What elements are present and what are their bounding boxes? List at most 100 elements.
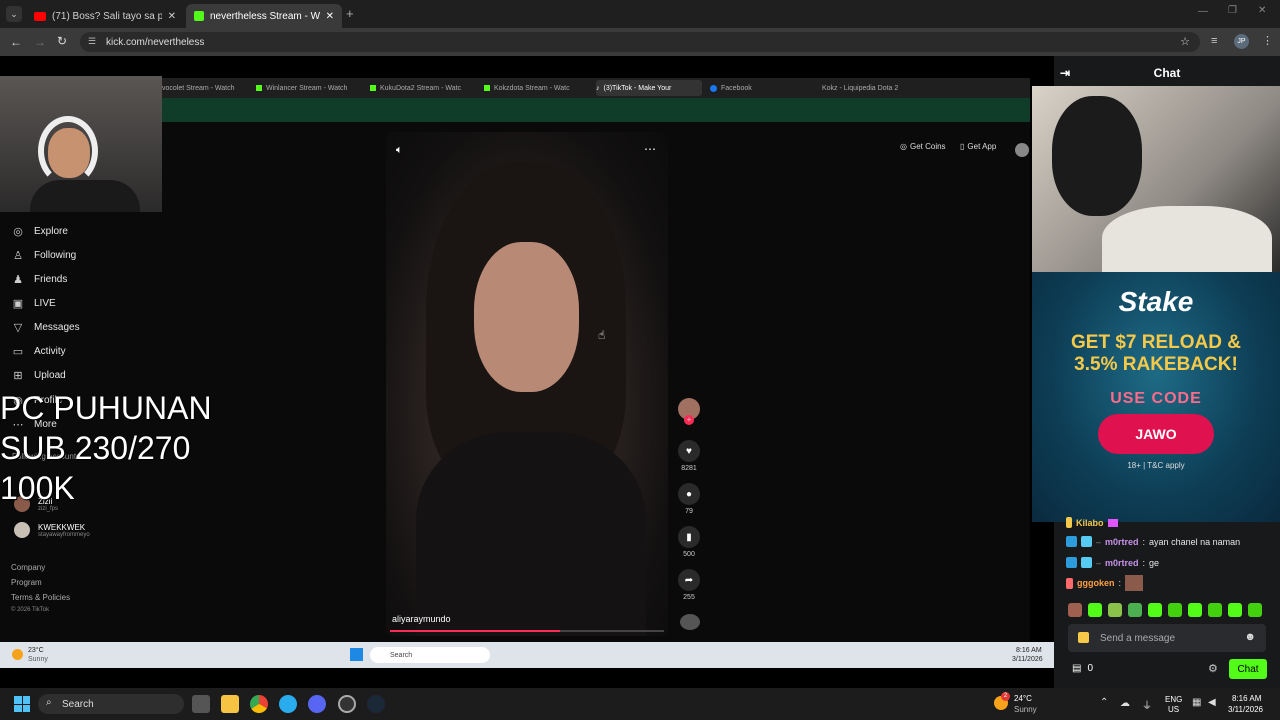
comment-button[interactable]: ● 79 [678, 483, 700, 515]
onedrive-icon[interactable]: ☁ [1120, 698, 1130, 709]
sidebar-item-live[interactable]: ▣ LIVE [12, 297, 56, 310]
emote-icon [1107, 518, 1118, 527]
chat-message-input[interactable]: Send a message ☻ [1068, 624, 1266, 652]
tiktok-video[interactable]: 🔈︎ ⋯ aliyaraymundo [386, 132, 668, 636]
creator-avatar[interactable]: + [678, 398, 700, 425]
account-item[interactable]: KWEKKWEK stayawayfrommeyo [14, 522, 90, 538]
emoji-icon[interactable]: ☻ [1244, 631, 1256, 643]
footer-link-terms[interactable]: Terms & Policies [11, 593, 70, 602]
get-coins-button[interactable]: ◎ Get Coins [900, 142, 946, 151]
emote-icon[interactable] [1188, 603, 1202, 617]
video-username[interactable]: aliyaraymundo [392, 614, 451, 624]
close-icon[interactable]: ✕ [168, 11, 176, 22]
share-button[interactable]: ➦ 255 [678, 569, 700, 601]
gift-icon[interactable] [1078, 632, 1089, 643]
windows-icon [350, 648, 363, 661]
tray-expand-icon[interactable]: ⌃ [1100, 697, 1108, 708]
close-window-icon[interactable]: ✕ [1258, 5, 1266, 16]
emote-icon[interactable] [1108, 603, 1122, 617]
avatar[interactable] [1015, 143, 1029, 157]
like-button[interactable]: ♥ 8281 [678, 440, 700, 472]
file-explorer-icon[interactable] [221, 695, 239, 713]
sidebar-item-friends[interactable]: ♟ Friends [12, 273, 67, 286]
sidebar-item-following[interactable]: ♙ Following [12, 249, 76, 262]
footer-link-company[interactable]: Company [11, 563, 45, 572]
volume-icon[interactable]: 🔈︎ [396, 144, 403, 157]
messages-icon: ▽ [13, 321, 23, 334]
profile-avatar[interactable]: JP [1234, 34, 1249, 49]
clock-date[interactable]: 3/11/2026 [1228, 705, 1263, 714]
compass-icon: ◎ [13, 225, 23, 238]
chat-settings-icon[interactable]: ⚙ [1208, 662, 1218, 675]
get-app-button[interactable]: ▯ Get App [960, 142, 996, 151]
obs-icon[interactable] [338, 695, 356, 713]
media-controls-icon[interactable]: ≡ [1211, 35, 1217, 47]
cam2-shoulder [1102, 206, 1272, 272]
emote-icon[interactable] [1068, 603, 1082, 617]
task-view-icon[interactable] [192, 695, 210, 713]
volume-icon[interactable]: ◀ [1208, 697, 1216, 708]
clock-time[interactable]: 8:16 AM [1232, 694, 1261, 703]
emote-icon[interactable] [1088, 603, 1102, 617]
emote-icon[interactable] [1128, 603, 1142, 617]
video-more-icon[interactable]: ⋯ [644, 142, 656, 156]
collapse-chat-icon[interactable]: ⇥ [1060, 66, 1070, 80]
comment-icon: ● [678, 483, 700, 505]
forward-icon[interactable]: → [34, 35, 46, 49]
reload-icon[interactable]: ↻ [57, 34, 67, 48]
emote-icon[interactable] [1148, 603, 1162, 617]
discord-icon[interactable] [308, 695, 326, 713]
maximize-icon[interactable]: ❐ [1228, 5, 1237, 16]
sidebar-item-upload[interactable]: ⊞ Upload [12, 369, 65, 382]
lang-us[interactable]: US [1168, 705, 1179, 714]
emote-icon[interactable] [1168, 603, 1182, 617]
microphone-icon[interactable]: ⏚ [1142, 697, 1152, 712]
chrome-icon[interactable] [250, 695, 268, 713]
sidebar-item-explore[interactable]: ◎ Explore [12, 225, 68, 238]
browser-menu-icon[interactable]: ⋮ [1262, 34, 1273, 47]
friends-icon: ♟ [13, 273, 23, 286]
emote-icon[interactable] [1208, 603, 1222, 617]
ad-code-button[interactable]: JAWO [1098, 414, 1214, 454]
follow-plus-icon[interactable]: + [684, 415, 694, 425]
video-torso [416, 432, 646, 636]
save-button[interactable]: ▮ 500 [678, 526, 700, 558]
network-icon[interactable]: ▦ [1192, 697, 1201, 708]
ad-headline-1: GET $7 RELOAD & [1071, 332, 1241, 353]
tab-list-button[interactable]: ⌄ [6, 6, 22, 22]
badge-icon [1081, 536, 1092, 547]
start-button[interactable] [14, 696, 30, 712]
facebook-icon [710, 84, 717, 92]
taskbar-search[interactable]: ⌕ Search [38, 694, 184, 714]
tab-kick[interactable]: nevertheless Stream - Watch Li ✕ [186, 4, 342, 28]
tab-youtube[interactable]: (71) Boss? Sali tayo sa pinoy he ✕ [26, 4, 184, 28]
stake-ad-banner[interactable]: Stake GET $7 RELOAD & 3.5% RAKEBACK! USE… [1032, 272, 1280, 522]
emote-icon[interactable] [1248, 603, 1262, 617]
activity-icon: ▭ [12, 345, 24, 358]
emote-icon[interactable] [1228, 603, 1242, 617]
new-tab-button[interactable]: + [346, 6, 354, 21]
back-icon[interactable]: ← [10, 35, 22, 49]
chat-send-button[interactable]: Chat [1229, 659, 1267, 679]
sidebar-item-activity[interactable]: ▭ Activity [12, 345, 66, 358]
telegram-icon[interactable] [279, 695, 297, 713]
video-progress-bar[interactable] [390, 630, 664, 632]
lang-eng[interactable]: ENG [1165, 695, 1182, 704]
url-input[interactable]: ☰ kick.com/nevertheless ☆ [80, 32, 1200, 52]
steam-icon[interactable] [367, 695, 385, 713]
site-info-icon[interactable]: ☰ [88, 36, 96, 47]
inner-search-box: Search [370, 647, 490, 663]
cam2-head [1052, 96, 1142, 216]
footer-link-program[interactable]: Program [11, 578, 42, 587]
chat-message: – m0rtred: ayan chanel na naman [1066, 536, 1240, 547]
bookmark-star-icon[interactable]: ☆ [1180, 35, 1190, 48]
close-icon[interactable]: ✕ [326, 11, 334, 22]
kick-icon [256, 85, 262, 91]
inner-tab: Winlancer Stream - Watch [256, 80, 356, 96]
tab-label: (71) Boss? Sali tayo sa pinoy he [52, 10, 162, 22]
music-disc-icon[interactable] [680, 614, 700, 630]
minimize-icon[interactable]: — [1198, 6, 1208, 17]
kick-icon [484, 85, 490, 91]
ad-use-code: USE CODE [1110, 390, 1202, 407]
sidebar-item-messages[interactable]: ▽ Messages [12, 321, 80, 334]
